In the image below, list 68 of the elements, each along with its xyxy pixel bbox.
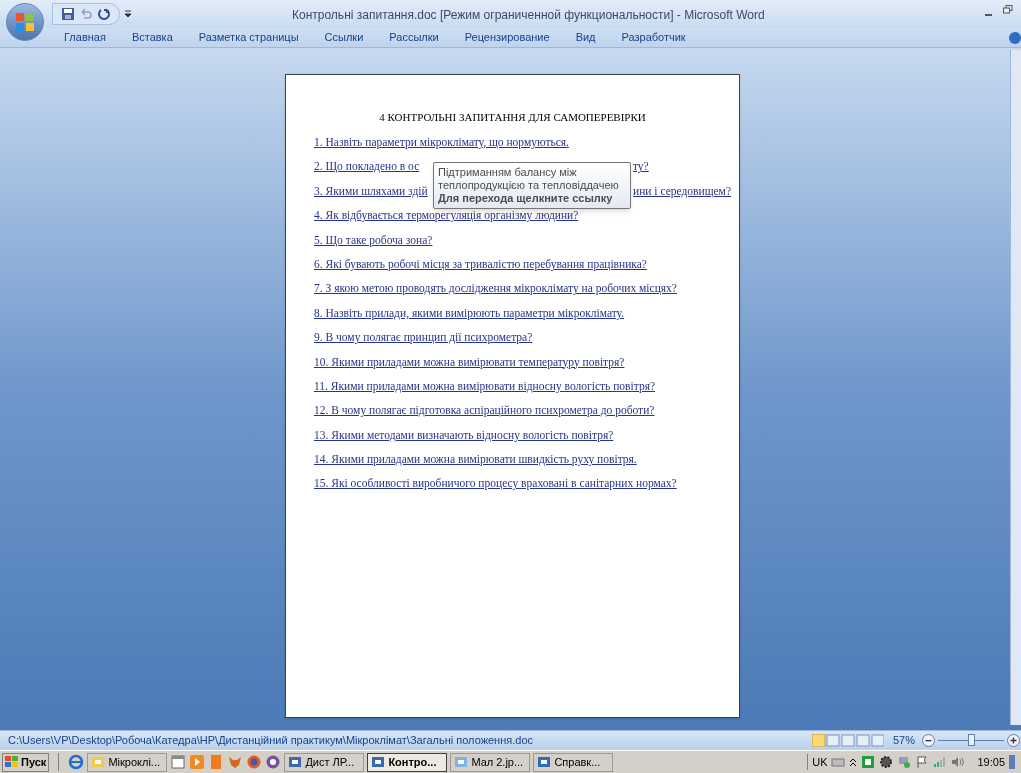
document-heading: 4 КОНТРОЛЬНІ ЗАПИТАННЯ ДЛЯ САМОПЕРЕВІРКИ bbox=[378, 110, 647, 125]
speaker-icon[interactable] bbox=[951, 756, 966, 768]
customize-toolbar-icon[interactable] bbox=[124, 9, 132, 19]
taskbar-button[interactable]: Мал 2.jp... bbox=[450, 752, 531, 772]
redo-icon[interactable] bbox=[97, 7, 111, 21]
tooltip-text: Підтриманням балансу між теплопродукцією та тепловіддачею bbox=[438, 166, 620, 192]
vertical-scrollbar[interactable] bbox=[1010, 50, 1021, 725]
question-link[interactable]: 10. Якими приладами можна вимірювати температуру повітря? bbox=[314, 353, 625, 371]
ribbon-tab[interactable]: Разработчик bbox=[621, 29, 686, 46]
tooltip-hint: Для перехода щелкните ссылку bbox=[438, 192, 614, 205]
ribbon-tab[interactable]: Вид bbox=[575, 29, 596, 46]
ribbon-tab[interactable]: Вставка bbox=[131, 29, 173, 46]
office-logo-icon bbox=[15, 12, 35, 32]
view-buttons-icon[interactable] bbox=[811, 734, 884, 747]
question-link[interactable]: 15. Які особливості виробничого процесу враховані в санітарних нормах? bbox=[314, 475, 677, 493]
question-link[interactable]: 2. Що покладено в ос bbox=[314, 158, 420, 176]
zoom-slider[interactable] bbox=[938, 734, 1004, 747]
taskbar-button[interactable]: Контро... bbox=[367, 752, 448, 772]
browser-icon[interactable] bbox=[68, 754, 85, 770]
clock: 19:05 bbox=[977, 754, 1005, 770]
question-link[interactable]: ини і середовищем? bbox=[633, 182, 731, 201]
document-icon bbox=[371, 755, 386, 769]
save-icon[interactable] bbox=[61, 7, 75, 21]
zoom-level[interactable]: 57% bbox=[892, 732, 915, 749]
taskbar-button[interactable]: Справк... bbox=[533, 752, 614, 772]
start-button[interactable]: Пуск bbox=[2, 752, 50, 772]
question-link[interactable]: 11. Якими приладами можна вимірювати відносну вологість повітря? bbox=[314, 377, 656, 396]
play-icon[interactable] bbox=[189, 754, 206, 770]
question-link[interactable]: 6. Які бувають робочі місця за тривалістю перебування працівника? bbox=[314, 255, 647, 274]
question-link[interactable]: 3. Якими шляхами здій bbox=[314, 182, 428, 201]
ribbon-tab[interactable]: Разметка страницы bbox=[198, 29, 299, 46]
help-icon[interactable] bbox=[1008, 31, 1021, 45]
signal-icon[interactable] bbox=[933, 756, 948, 768]
taskbar-button[interactable]: Мікроклі... bbox=[87, 752, 168, 772]
language-indicator[interactable]: UK bbox=[812, 753, 828, 771]
calendar-icon[interactable] bbox=[170, 754, 187, 770]
ribbon-tab[interactable]: Ссылки bbox=[324, 29, 364, 46]
chevron-up-icon[interactable] bbox=[849, 756, 858, 768]
question-link[interactable]: 9. В чому полягає принцип дії психрометра? bbox=[314, 329, 533, 347]
question-link[interactable]: 5. Що таке робоча зона? bbox=[314, 231, 433, 249]
ribbon-tab[interactable]: Рассылки bbox=[389, 29, 439, 46]
ribbon-tab[interactable]: Рецензирование bbox=[464, 29, 550, 46]
taskbar-button[interactable]: Дист ЛР... bbox=[284, 752, 365, 772]
windows-logo-icon bbox=[5, 756, 19, 768]
restore-icon[interactable] bbox=[1003, 5, 1013, 14]
fox-icon[interactable] bbox=[227, 754, 244, 770]
question-link[interactable]: 1. Назвіть параметри мікроклімату, що нормуються. bbox=[314, 134, 569, 152]
zoom-out-icon[interactable] bbox=[922, 734, 935, 747]
question-link[interactable]: 14. Якими приладами можна вимірювати швидкість руху повітря. bbox=[314, 451, 637, 469]
question-link[interactable]: ту? bbox=[633, 158, 649, 176]
gear-icon[interactable] bbox=[879, 755, 894, 769]
question-link[interactable]: 13. Якими методами визначають відносну вологість повітря? bbox=[314, 426, 614, 444]
question-link[interactable]: 4. Як відбувається терморегуляція організму людини? bbox=[314, 207, 579, 225]
browser-globe-icon[interactable] bbox=[246, 754, 263, 770]
window-title: Контрольні запитання.doc [Режим ограниченной функциональности] - Microsoft Word bbox=[292, 7, 765, 24]
folder-icon bbox=[91, 755, 106, 769]
image-icon bbox=[454, 755, 469, 769]
status-path: C:\Users\VP\Desktop\Робоча\Катедра\НР\Дистанційний практикум\Мікроклімат\Загальні положення.doc bbox=[8, 733, 533, 749]
document-icon bbox=[288, 755, 303, 769]
ribbon-tab[interactable]: Главная bbox=[64, 29, 106, 46]
flag-icon[interactable] bbox=[915, 755, 930, 769]
question-link[interactable]: 8. Назвіть прилади, якими вимірюють параметри мікроклімату. bbox=[314, 304, 625, 322]
zoom-slider-thumb[interactable] bbox=[967, 734, 975, 746]
help-icon bbox=[537, 755, 552, 769]
question-link[interactable]: 7. З якою метою проводять дослідження мікроклімату на робочих місцях? bbox=[314, 280, 677, 298]
zoom-in-icon[interactable] bbox=[1007, 734, 1020, 747]
question-link[interactable]: 12. В чому полягає підготовка аспіраційного психрометра до роботи? bbox=[314, 402, 655, 420]
office-button[interactable] bbox=[6, 3, 44, 41]
